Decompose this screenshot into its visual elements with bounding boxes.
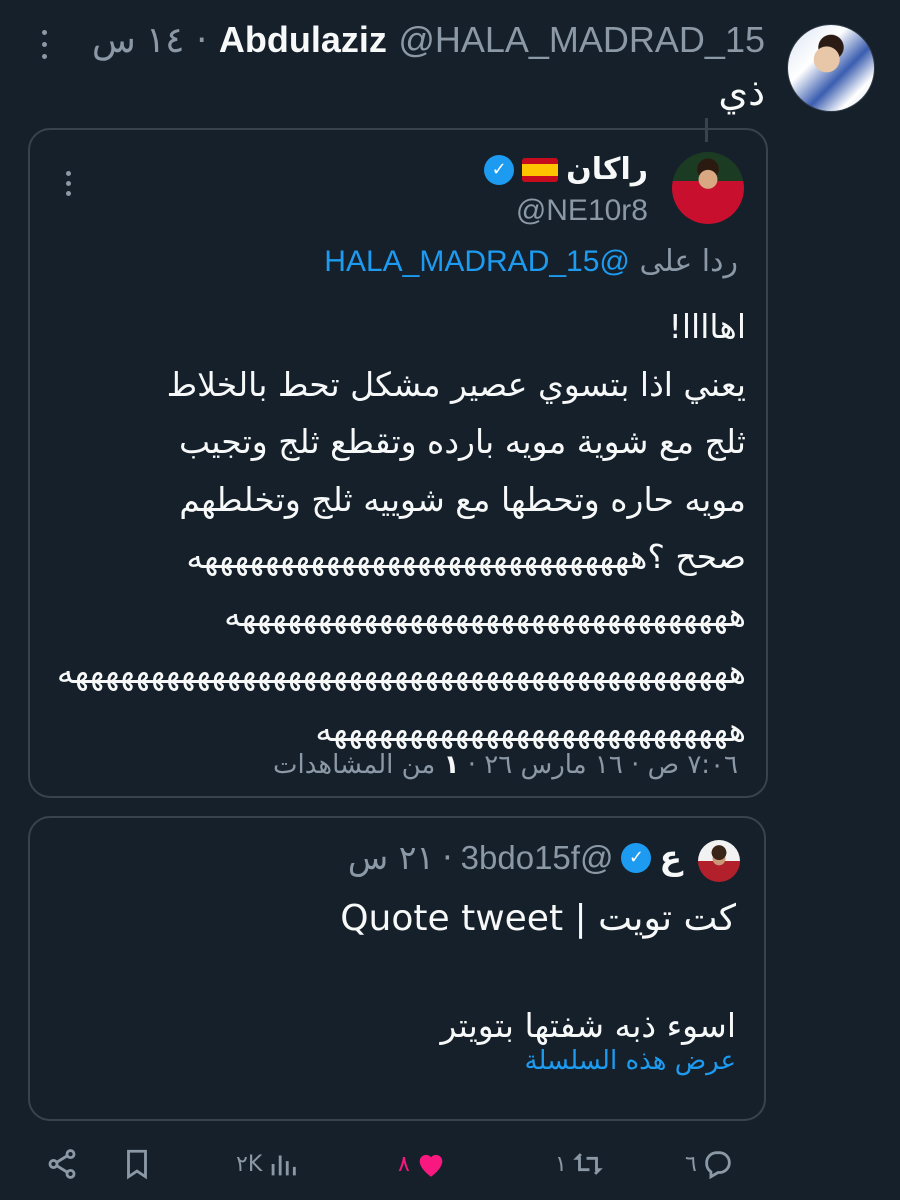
reply-prefix: ردا على <box>639 244 738 279</box>
meta-time[interactable]: ٧:٠٦ ص <box>648 750 738 780</box>
retweet-count: ١ <box>555 1151 567 1177</box>
share-button[interactable] <box>45 1147 79 1181</box>
quoted-tweet-text: اهاااا! يعني اذا بتسوي عصير مشكل تحط بال… <box>57 298 746 758</box>
tweet-meta: ٧:٠٦ ص · ١٦ مارس ٢٦ · ١ من المشاهدات <box>273 750 738 780</box>
author-name[interactable]: Abdulaziz <box>219 19 387 60</box>
reply-mention-link[interactable]: @HALA_MADRAD_15 <box>324 245 630 278</box>
views-label: من المشاهدات <box>273 750 436 780</box>
tweet-actions: ٦ ١ ٨ ٢K <box>0 1135 900 1200</box>
bookmark-button[interactable] <box>120 1147 154 1181</box>
retweet-button[interactable]: ١ <box>555 1147 605 1181</box>
bookmark-icon <box>127 1149 147 1180</box>
reply-count: ٦ <box>685 1151 697 1177</box>
reply-icon <box>705 1151 731 1180</box>
like-count: ٨ <box>398 1151 410 1177</box>
nested-text-line: اسوء ذبه شفتها بتويتر <box>440 1006 736 1045</box>
verified-badge-icon: ✓ <box>621 842 652 873</box>
reply-button[interactable]: ٦ <box>685 1147 735 1181</box>
author-avatar[interactable] <box>787 24 875 112</box>
nested-author-avatar[interactable] <box>698 840 740 882</box>
tweet-header: Abdulaziz @HALA_MADRAD_15 · ١٤ س <box>92 18 765 63</box>
spain-flag-icon <box>522 157 559 182</box>
nested-quote-header: ع ✓ @3bdo15f · ٢١ س <box>347 838 682 877</box>
tweet-time[interactable]: ١٤ س <box>92 19 185 60</box>
text-line: هههههههههههههههههههههههههههههههههههههههه… <box>56 652 746 691</box>
tweet-text: ذي <box>718 70 765 114</box>
text-line: اهاااا! <box>668 307 746 346</box>
nested-quote-card[interactable]: ع ✓ @3bdo15f · ٢١ س كت تويت | Quote twee… <box>28 816 766 1121</box>
text-line: صحح ؟هههههههههههههههههههههههههههههه <box>186 537 746 576</box>
nested-author-name[interactable]: ع <box>659 838 682 877</box>
nested-tweet-time[interactable]: ٢١ س <box>348 838 434 877</box>
meta-date[interactable]: ١٦ مارس ٢٦ <box>484 750 623 780</box>
quoted-tweet-card[interactable]: راكان ✓ @NE10r8 ردا على @HALA_MADRAD_15 … <box>28 128 768 798</box>
more-options-icon[interactable] <box>32 26 56 62</box>
views-button[interactable]: ٢K <box>236 1147 300 1181</box>
header-separator: · <box>195 20 208 61</box>
show-thread-link[interactable]: عرض هذه السلسلة <box>525 1046 737 1076</box>
analytics-icon <box>271 1155 296 1176</box>
like-button[interactable]: ٨ <box>398 1147 448 1181</box>
text-line: يعني اذا بتسوي عصير مشكل تحط بالخلاط <box>166 364 746 404</box>
quoted-author-name[interactable]: راكان <box>566 152 648 187</box>
quoted-author-avatar[interactable] <box>672 152 744 224</box>
heart-icon <box>419 1154 443 1177</box>
verified-badge-icon: ✓ <box>484 154 515 185</box>
quoted-author-row: راكان ✓ <box>484 152 648 187</box>
nested-text-line: كت تويت | Quote tweet <box>340 898 736 939</box>
text-line: ثلج مع شوية مويه بارده وتقطع ثلج وتجيب <box>178 422 746 461</box>
quoted-author-handle[interactable]: @NE10r8 <box>516 194 648 228</box>
author-handle[interactable]: @HALA_MADRAD_15 <box>398 19 765 60</box>
views-count: ١ <box>443 750 460 780</box>
share-icon <box>48 1149 76 1179</box>
retweet-icon <box>573 1153 603 1175</box>
more-options-icon[interactable] <box>58 168 78 198</box>
text-line: هههههههههههههههههههههههههههههههههه <box>224 594 746 634</box>
views-count-action: ٢K <box>236 1151 263 1177</box>
nested-author-handle[interactable]: @3bdo15f <box>461 839 614 877</box>
reply-context: ردا على @HALA_MADRAD_15 <box>324 244 738 279</box>
text-line: مويه حاره وتحطها مع شوييه ثلج وتخلطهم <box>179 479 746 519</box>
